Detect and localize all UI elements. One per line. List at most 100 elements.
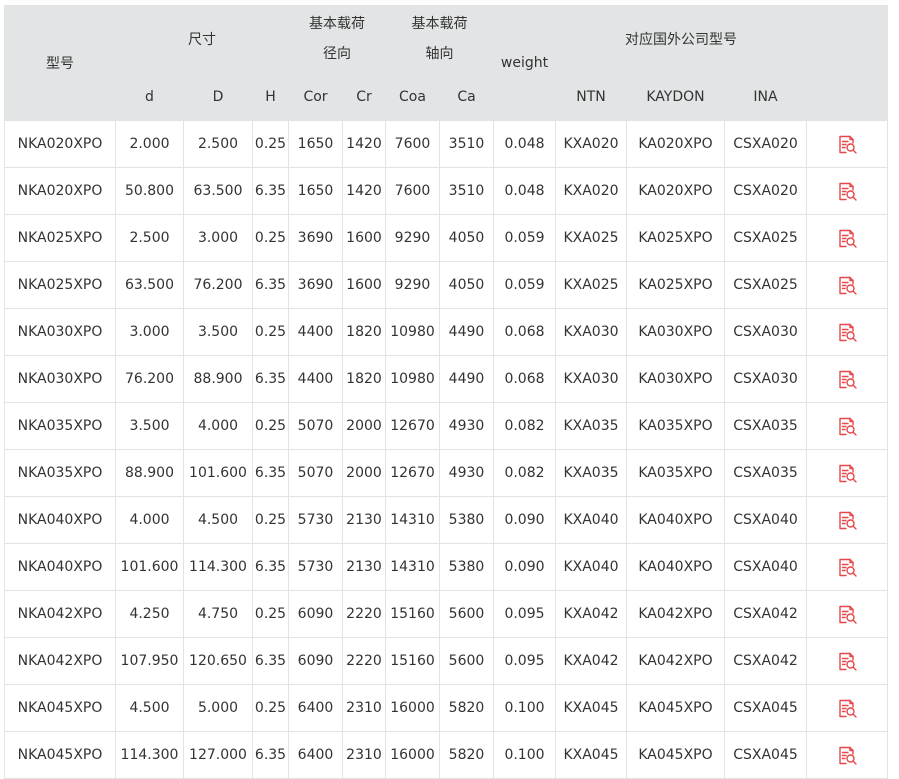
document-search-icon[interactable] xyxy=(836,556,858,578)
cell-weight: 0.090 xyxy=(493,496,556,544)
table-row: NKA045XPO 4.500 5.000 0.25 6400 2310 160… xyxy=(4,684,888,732)
cell-H: 0.25 xyxy=(252,120,289,168)
row-detail-link[interactable] xyxy=(806,496,888,544)
row-detail-link[interactable] xyxy=(806,214,888,262)
document-search-icon[interactable] xyxy=(836,368,858,390)
cell-model: NKA040XPO xyxy=(4,543,116,591)
cell-D-outer: 76.200 xyxy=(183,261,253,309)
cell-Cor: 5730 xyxy=(288,496,343,544)
row-detail-link[interactable] xyxy=(806,637,888,685)
cell-model: NKA025XPO xyxy=(4,214,116,262)
table-row: NKA030XPO 76.200 88.900 6.35 4400 1820 1… xyxy=(4,355,888,403)
cell-H: 6.35 xyxy=(252,543,289,591)
document-search-icon[interactable] xyxy=(836,180,858,202)
cell-kaydon: KA025XPO xyxy=(626,214,725,262)
cell-model: NKA042XPO xyxy=(4,590,116,638)
document-search-icon[interactable] xyxy=(836,274,858,296)
cell-model: NKA030XPO xyxy=(4,308,116,356)
row-detail-link[interactable] xyxy=(806,308,888,356)
cell-H: 6.35 xyxy=(252,731,289,779)
header-model: 型号 xyxy=(4,5,116,121)
cell-H: 0.25 xyxy=(252,590,289,638)
cell-kaydon: KA030XPO xyxy=(626,308,725,356)
cell-model: NKA030XPO xyxy=(4,355,116,403)
cell-Cor: 4400 xyxy=(288,308,343,356)
row-detail-link[interactable] xyxy=(806,261,888,309)
cell-model: NKA020XPO xyxy=(4,120,116,168)
cell-d: 63.500 xyxy=(115,261,184,309)
cell-Ca: 4930 xyxy=(439,449,494,497)
header-Ca: Ca xyxy=(439,72,494,121)
header-action xyxy=(806,5,888,121)
header-weight: weight xyxy=(493,5,556,121)
cell-Cor: 6090 xyxy=(288,637,343,685)
cell-ina: CSXA030 xyxy=(724,355,807,403)
cell-d: 101.600 xyxy=(115,543,184,591)
table-row: NKA020XPO 50.800 63.500 6.35 1650 1420 7… xyxy=(4,167,888,215)
cell-model: NKA035XPO xyxy=(4,402,116,450)
cell-Cr: 2220 xyxy=(342,637,386,685)
document-search-icon[interactable] xyxy=(836,650,858,672)
cell-Cor: 6090 xyxy=(288,590,343,638)
document-search-icon[interactable] xyxy=(836,415,858,437)
row-detail-link[interactable] xyxy=(806,355,888,403)
cell-Coa: 9290 xyxy=(385,214,440,262)
cell-Coa: 14310 xyxy=(385,496,440,544)
cell-d: 114.300 xyxy=(115,731,184,779)
header-D-outer: D xyxy=(183,72,253,121)
cell-weight: 0.095 xyxy=(493,637,556,685)
row-detail-link[interactable] xyxy=(806,402,888,450)
cell-ntn: KXA035 xyxy=(555,402,627,450)
row-detail-link[interactable] xyxy=(806,684,888,732)
document-search-icon[interactable] xyxy=(836,462,858,484)
row-detail-link[interactable] xyxy=(806,120,888,168)
cell-Cr: 2130 xyxy=(342,496,386,544)
row-detail-link[interactable] xyxy=(806,167,888,215)
document-search-icon[interactable] xyxy=(836,321,858,343)
document-search-icon[interactable] xyxy=(836,744,858,766)
cell-d: 50.800 xyxy=(115,167,184,215)
row-detail-link[interactable] xyxy=(806,590,888,638)
row-detail-link[interactable] xyxy=(806,449,888,497)
document-search-icon[interactable] xyxy=(836,509,858,531)
cell-weight: 0.068 xyxy=(493,355,556,403)
cell-Ca: 4050 xyxy=(439,261,494,309)
cell-Cor: 5070 xyxy=(288,449,343,497)
cell-D-outer: 3.000 xyxy=(183,214,253,262)
header-dimensions: 尺寸 xyxy=(115,5,289,73)
header-axial-load-title: 基本载荷 xyxy=(411,16,468,32)
table-row: NKA040XPO 101.600 114.300 6.35 5730 2130… xyxy=(4,543,888,591)
cell-D-outer: 114.300 xyxy=(183,543,253,591)
cell-ntn: KXA042 xyxy=(555,590,627,638)
header-axial-load: 基本载荷 轴向 xyxy=(385,5,494,73)
cell-H: 0.25 xyxy=(252,402,289,450)
cell-D-outer: 63.500 xyxy=(183,167,253,215)
cell-weight: 0.059 xyxy=(493,261,556,309)
cell-Coa: 12670 xyxy=(385,449,440,497)
header-Cr: Cr xyxy=(342,72,386,121)
header-Cor: Cor xyxy=(288,72,343,121)
cell-ina: CSXA045 xyxy=(724,731,807,779)
table-row: NKA020XPO 2.000 2.500 0.25 1650 1420 760… xyxy=(4,120,888,168)
table-row: NKA042XPO 107.950 120.650 6.35 6090 2220… xyxy=(4,637,888,685)
cell-d: 2.500 xyxy=(115,214,184,262)
document-search-icon[interactable] xyxy=(836,603,858,625)
cell-ntn: KXA020 xyxy=(555,120,627,168)
cell-Coa: 10980 xyxy=(385,355,440,403)
table-row: NKA035XPO 88.900 101.600 6.35 5070 2000 … xyxy=(4,449,888,497)
cell-ina: CSXA040 xyxy=(724,496,807,544)
table-body: NKA020XPO 2.000 2.500 0.25 1650 1420 760… xyxy=(4,120,888,779)
cell-H: 0.25 xyxy=(252,684,289,732)
cell-ina: CSXA025 xyxy=(724,261,807,309)
cell-ntn: KXA040 xyxy=(555,543,627,591)
cell-weight: 0.082 xyxy=(493,449,556,497)
document-search-icon[interactable] xyxy=(836,227,858,249)
cell-Coa: 14310 xyxy=(385,543,440,591)
row-detail-link[interactable] xyxy=(806,543,888,591)
row-detail-link[interactable] xyxy=(806,731,888,779)
header-radial-load: 基本载荷 径向 xyxy=(288,5,386,73)
header-foreign-models: 对应国外公司型号 xyxy=(555,5,807,73)
cell-H: 0.25 xyxy=(252,214,289,262)
document-search-icon[interactable] xyxy=(836,697,858,719)
document-search-icon[interactable] xyxy=(836,133,858,155)
